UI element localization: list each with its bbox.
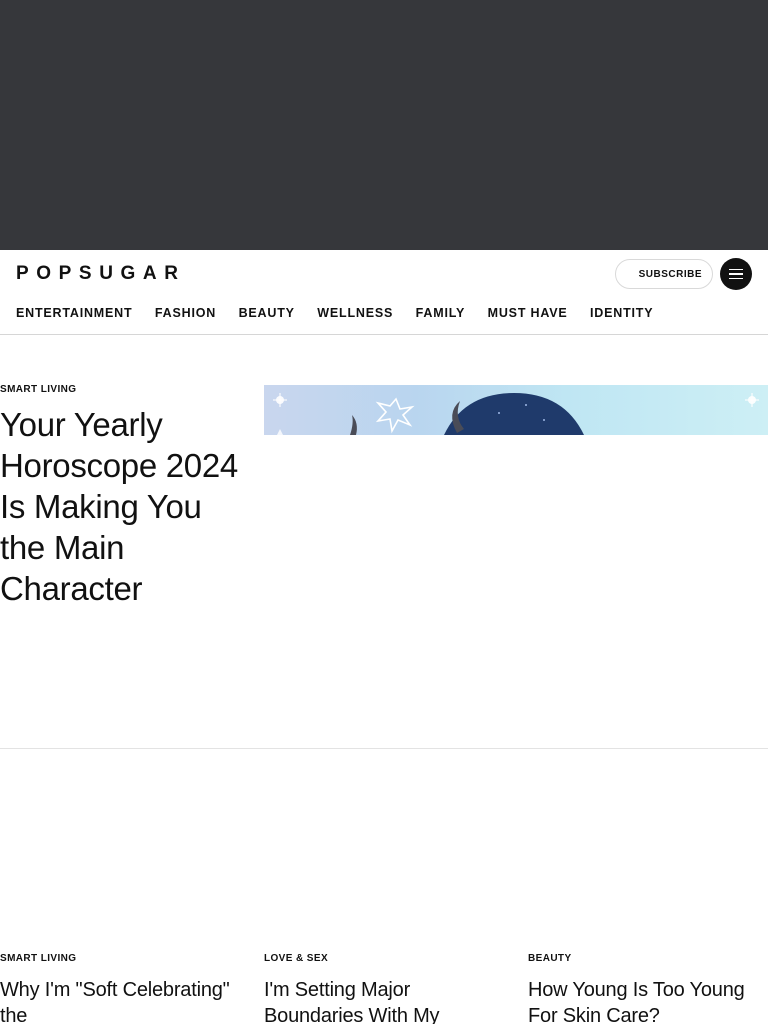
card-title[interactable]: Why I'm "Soft Celebrating" the: [0, 977, 240, 1024]
ad-slot: [0, 0, 768, 250]
nav-item-must-have[interactable]: MUST HAVE: [488, 306, 568, 320]
popsugar-logo[interactable]: POPSUGAR: [16, 263, 186, 285]
card-category[interactable]: BEAUTY: [528, 953, 768, 965]
card-category[interactable]: SMART LIVING: [0, 953, 240, 965]
nav-item-fashion[interactable]: FASHION: [155, 306, 216, 320]
section-divider: [0, 748, 768, 749]
hero-image[interactable]: [264, 385, 768, 435]
primary-nav: ENTERTAINMENT FASHION BEAUTY WELLNESS FA…: [16, 306, 676, 320]
hero-title[interactable]: Your Yearly Horoscope 2024 Is Making You…: [0, 404, 250, 609]
hero-category[interactable]: SMART LIVING: [0, 384, 76, 395]
hamburger-menu-icon[interactable]: [720, 258, 752, 290]
nav-item-identity[interactable]: IDENTITY: [590, 306, 653, 320]
subscribe-button[interactable]: SUBSCRIBE: [615, 259, 713, 289]
nav-item-entertainment[interactable]: ENTERTAINMENT: [16, 306, 132, 320]
article-card[interactable]: BEAUTY How Young Is Too Young For Skin C…: [528, 953, 768, 1024]
card-title[interactable]: How Young Is Too Young For Skin Care?: [528, 977, 768, 1024]
article-card[interactable]: SMART LIVING Why I'm "Soft Celebrating" …: [0, 953, 240, 1024]
nav-item-wellness[interactable]: WELLNESS: [317, 306, 393, 320]
card-title[interactable]: I'm Setting Major Boundaries With My: [264, 977, 504, 1024]
nav-item-beauty[interactable]: BEAUTY: [239, 306, 295, 320]
site-header: POPSUGAR SUBSCRIBE ENTERTAINMENT FASHION…: [0, 250, 768, 335]
nav-item-family[interactable]: FAMILY: [416, 306, 465, 320]
subscribe-label: SUBSCRIBE: [638, 268, 702, 280]
article-card[interactable]: LOVE & SEX I'm Setting Major Boundaries …: [264, 953, 504, 1024]
card-category[interactable]: LOVE & SEX: [264, 953, 504, 965]
